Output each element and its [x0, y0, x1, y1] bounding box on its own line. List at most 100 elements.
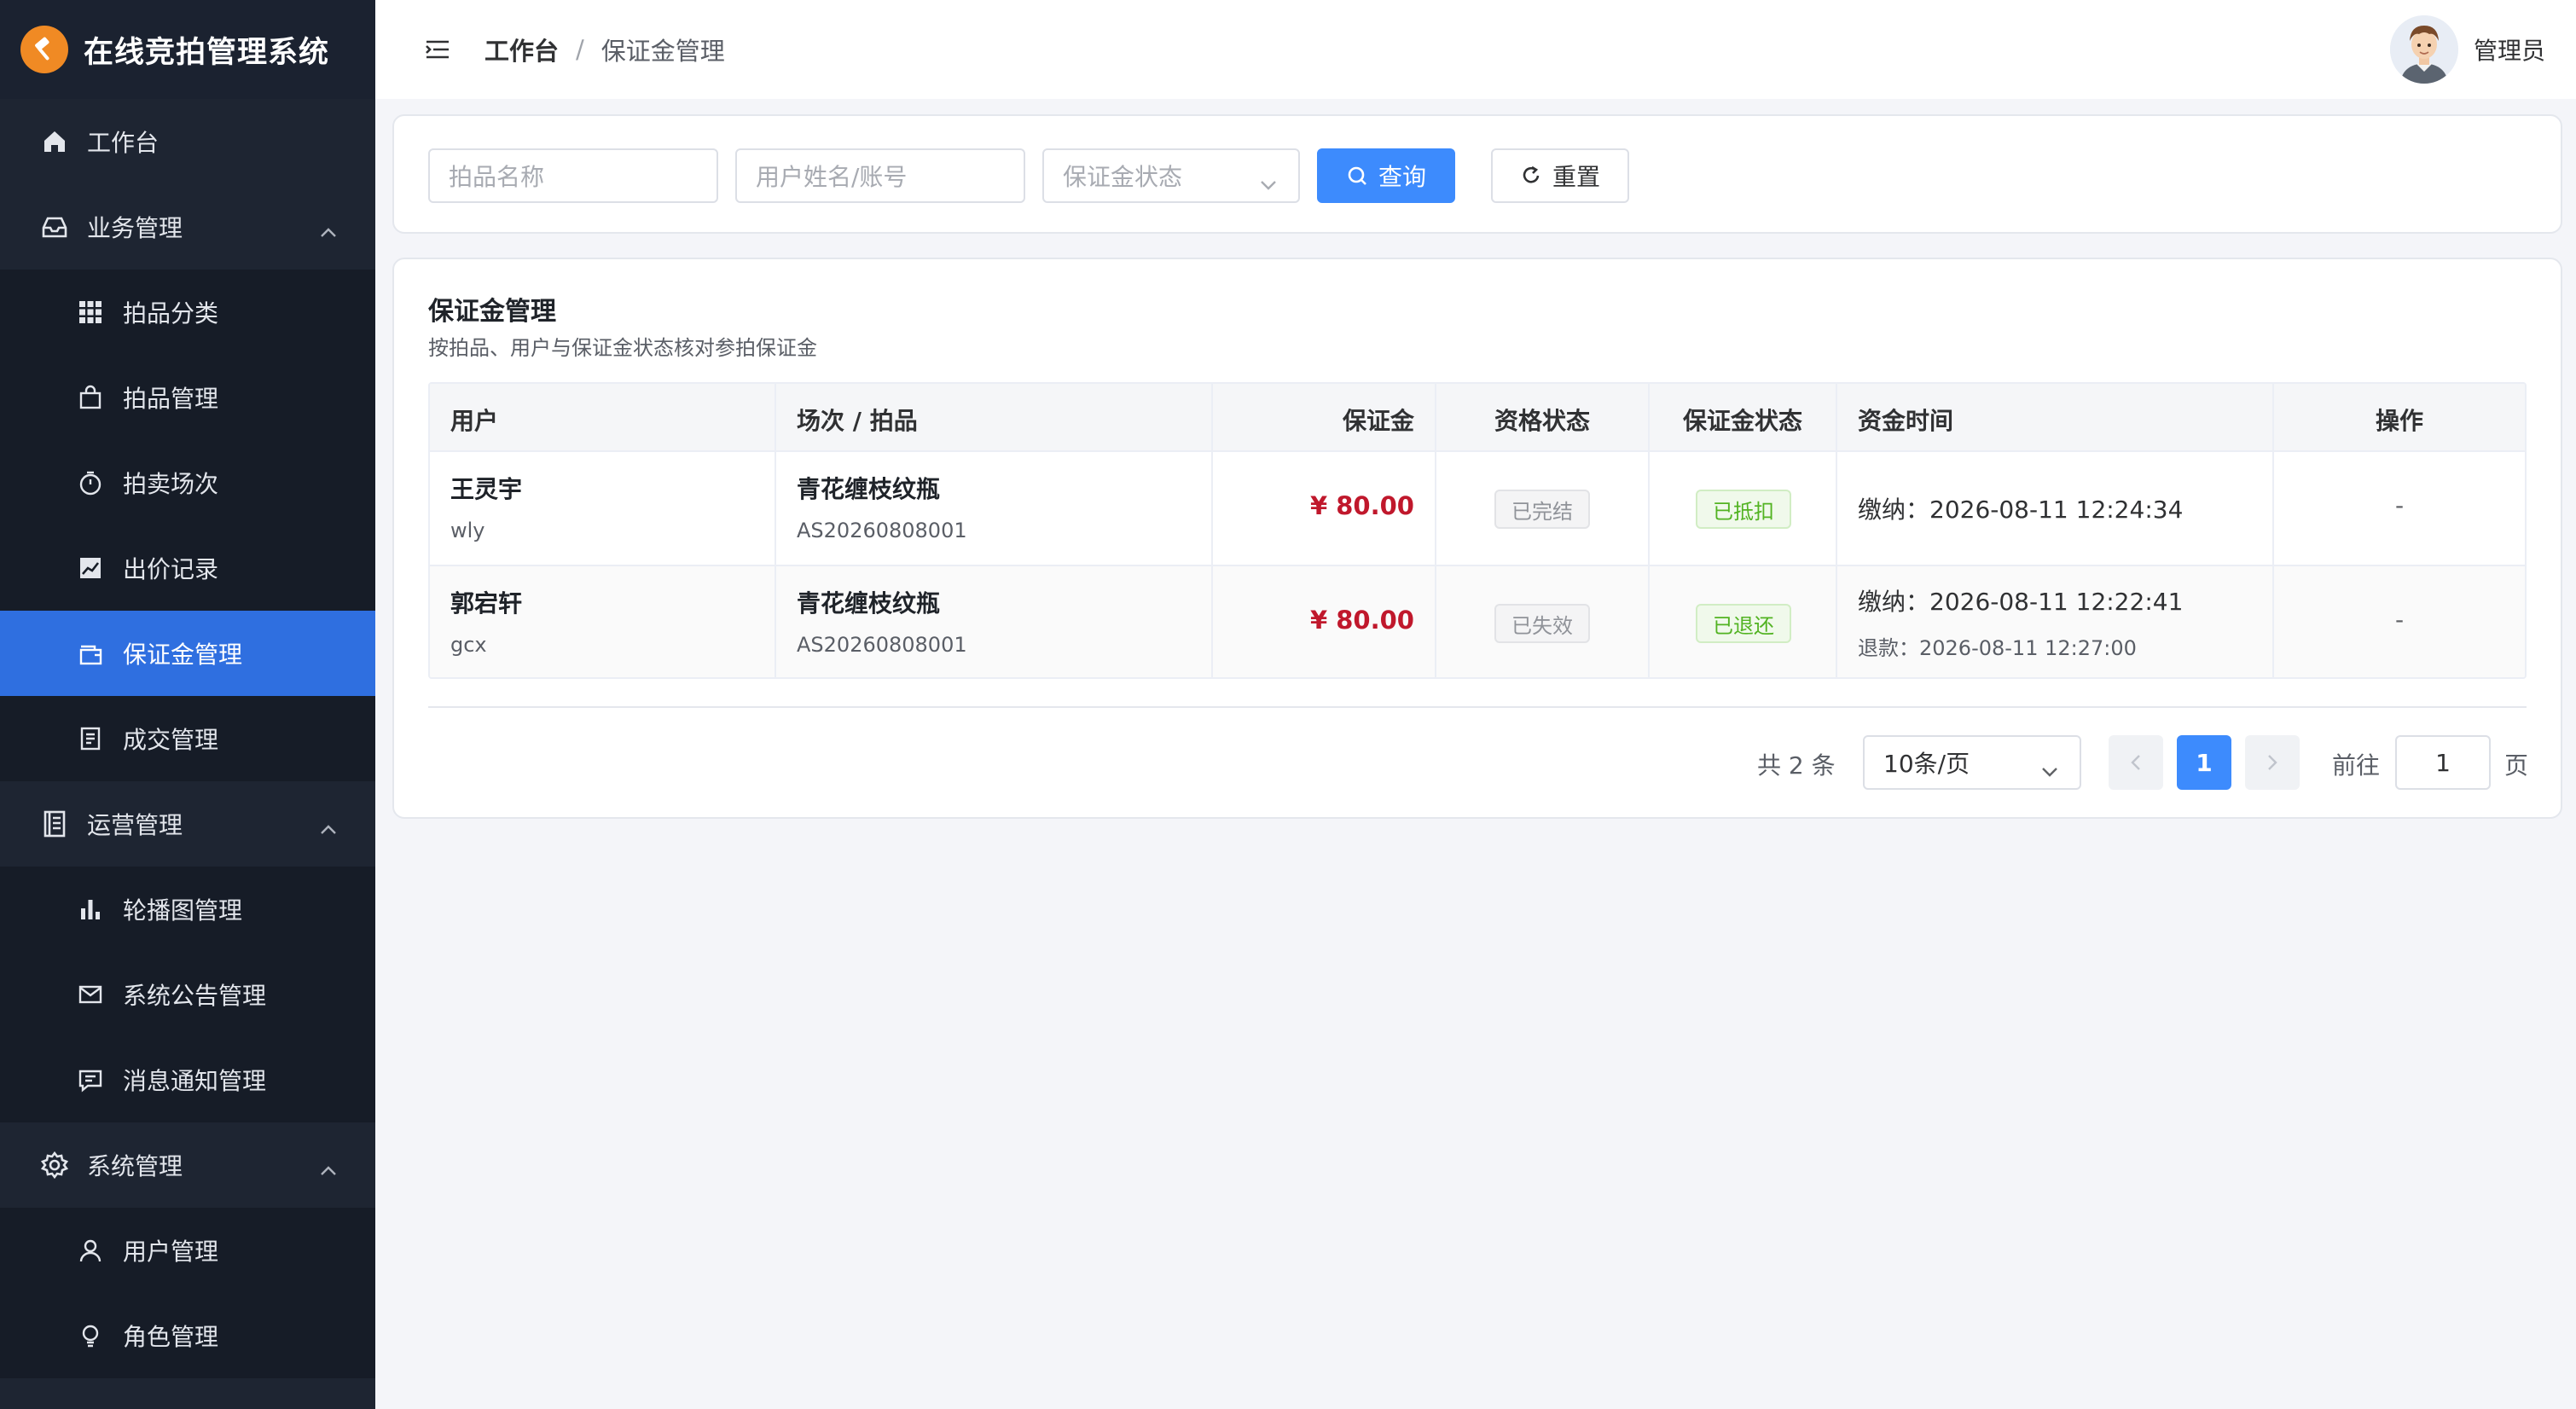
paid-time: 缴纳：2026-08-11 12:22:41: [1858, 588, 2184, 616]
query-button[interactable]: 查询: [1317, 148, 1455, 203]
wallet-icon: [73, 636, 107, 670]
page-suffix: 页: [2504, 751, 2529, 780]
sidebar-item-label: 业务管理: [87, 214, 183, 242]
column-header-deposit: 保证金: [1213, 384, 1436, 450]
sidebar-item-role-management[interactable]: 角色管理: [0, 1293, 375, 1378]
session-item-cell: 青花缠枝纹瓶 AS20260808001: [776, 566, 1213, 677]
sidebar-group-system[interactable]: 系统管理: [0, 1122, 375, 1208]
chevron-down-icon: [2040, 756, 2059, 784]
action-cell: -: [2274, 566, 2525, 677]
breadcrumb: 工作台 / 保证金管理: [484, 32, 725, 67]
session-code: AS20260808001: [797, 633, 967, 657]
search-panel: 拍品名称 用户姓名/账号 保证金状态 查询 重置: [392, 114, 2562, 234]
user-cell: 郭宕轩 gcx: [430, 566, 776, 677]
reset-button[interactable]: 重置: [1491, 148, 1629, 203]
sidebar-item-label: 出价记录: [123, 555, 219, 583]
deposit-status-placeholder: 保证金状态: [1063, 163, 1183, 191]
column-header-action: 操作: [2375, 407, 2423, 435]
sidebar-item-bid-record[interactable]: 出价记录: [0, 525, 375, 611]
sidebar: 在线竞拍管理系统 工作台 业务管理 拍品分类 拍品管理 拍卖场次 出价记录 保证…: [0, 0, 375, 1409]
shopping-bag-icon: [73, 380, 107, 415]
deposit-amount: ¥ 80.00: [1309, 491, 1414, 520]
sidebar-item-label: 拍卖场次: [123, 470, 219, 498]
sidebar-item-auction-session[interactable]: 拍卖场次: [0, 440, 375, 525]
column-header-deposit-status: 保证金状态: [1650, 384, 1837, 450]
page-size-select[interactable]: 10条/页: [1863, 735, 2081, 790]
user-account: wly: [450, 519, 485, 542]
grid-icon: [73, 295, 107, 329]
user-menu[interactable]: 管理员: [2389, 15, 2545, 84]
deposit-cell: ¥ 80.00: [1213, 452, 1436, 565]
sidebar-item-label: 系统公告管理: [123, 982, 267, 1010]
sidebar-item-item-category[interactable]: 拍品分类: [0, 270, 375, 355]
table-header-row: 用户 场次 / 拍品 保证金 资格状态 保证金状态 资金时间 操作: [430, 384, 2525, 452]
deposit-status-badge: 已抵扣: [1696, 490, 1791, 529]
app-title: 在线竞拍管理系统: [84, 35, 330, 70]
sidebar-item-user-management[interactable]: 用户管理: [0, 1208, 375, 1293]
column-header-user: 用户: [430, 384, 776, 450]
section-title: 保证金管理: [428, 297, 556, 327]
sidebar-item-label: 工作台: [87, 129, 160, 157]
top-header: 工作台 / 保证金管理 管理员: [375, 0, 2576, 99]
user-name: 王灵宇: [450, 475, 523, 503]
session-item-cell: 青花缠枝纹瓶 AS20260808001: [776, 452, 1213, 565]
avatar: [2389, 15, 2458, 84]
chevron-right-icon: [2266, 753, 2278, 772]
sidebar-item-dashboard[interactable]: 工作台: [0, 99, 375, 184]
qualification-cell: 已失效: [1436, 566, 1650, 677]
chevron-up-icon: [319, 1155, 338, 1183]
item-name-input[interactable]: 拍品名称: [428, 148, 718, 203]
paid-time: 缴纳：2026-08-11 12:24:34: [1858, 496, 2184, 524]
breadcrumb-home[interactable]: 工作台: [484, 32, 559, 67]
sidebar-item-label: 轮播图管理: [123, 896, 243, 925]
gavel-logo-icon: [20, 26, 68, 73]
item-name: 青花缠枝纹瓶: [797, 589, 941, 618]
sidebar-item-deposit-management[interactable]: 保证金管理: [0, 611, 375, 696]
chevron-down-icon: [1259, 169, 1278, 197]
user-icon: [73, 1233, 107, 1267]
refund-time: 退款：2026-08-11 12:27:00: [1858, 636, 2137, 660]
table-divider: [428, 706, 2527, 708]
breadcrumb-separator: /: [576, 35, 584, 64]
sidebar-item-label: 运营管理: [87, 811, 183, 839]
sidebar-item-announcement-management[interactable]: 系统公告管理: [0, 952, 375, 1037]
sidebar-item-deal-management[interactable]: 成交管理: [0, 696, 375, 781]
user-account: gcx: [450, 633, 487, 657]
deposit-cell: ¥ 80.00: [1213, 566, 1436, 677]
page-number-current[interactable]: 1: [2177, 735, 2231, 790]
user-name: 管理员: [2473, 37, 2545, 65]
breadcrumb-current: 保证金管理: [600, 37, 725, 66]
bulb-icon: [73, 1319, 107, 1353]
session-code: AS20260808001: [797, 519, 967, 542]
section-subtitle: 按拍品、用户与保证金状态核对参拍保证金: [428, 336, 817, 360]
column-header-fund-time: 资金时间: [1837, 384, 2274, 450]
column-header-session-item: 场次 / 拍品: [776, 384, 1213, 450]
chevron-up-icon: [319, 814, 338, 842]
chevron-left-icon: [2130, 753, 2142, 772]
sidebar-item-label: 角色管理: [123, 1323, 219, 1351]
sidebar-item-carousel-management[interactable]: 轮播图管理: [0, 867, 375, 952]
goto-page-input[interactable]: 1: [2395, 735, 2491, 790]
qualification-cell: 已完结: [1436, 452, 1650, 565]
sidebar-item-label: 用户管理: [123, 1238, 219, 1266]
menu-fold-icon[interactable]: [425, 38, 450, 61]
message-icon: [73, 977, 107, 1012]
sidebar-item-notification-management[interactable]: 消息通知管理: [0, 1037, 375, 1122]
deposit-amount: ¥ 80.00: [1309, 606, 1414, 635]
sidebar-item-label: 成交管理: [123, 726, 219, 754]
sidebar-item-label: 系统管理: [87, 1152, 183, 1180]
inbox-icon: [38, 210, 72, 244]
prev-page-button[interactable]: [2109, 735, 2163, 790]
deposit-status-select[interactable]: 保证金状态: [1042, 148, 1300, 203]
next-page-button[interactable]: [2245, 735, 2300, 790]
sidebar-item-item-management[interactable]: 拍品管理: [0, 355, 375, 440]
sidebar-group-operations[interactable]: 运营管理: [0, 781, 375, 867]
user-search-input[interactable]: 用户姓名/账号: [735, 148, 1025, 203]
qualification-status-badge: 已失效: [1494, 604, 1590, 643]
sidebar-group-business[interactable]: 业务管理: [0, 184, 375, 270]
gear-icon: [38, 1148, 72, 1182]
home-icon: [38, 125, 72, 159]
timer-icon: [73, 466, 107, 500]
goto-label: 前往: [2332, 751, 2381, 780]
deposit-status-cell: 已退还: [1650, 566, 1837, 677]
